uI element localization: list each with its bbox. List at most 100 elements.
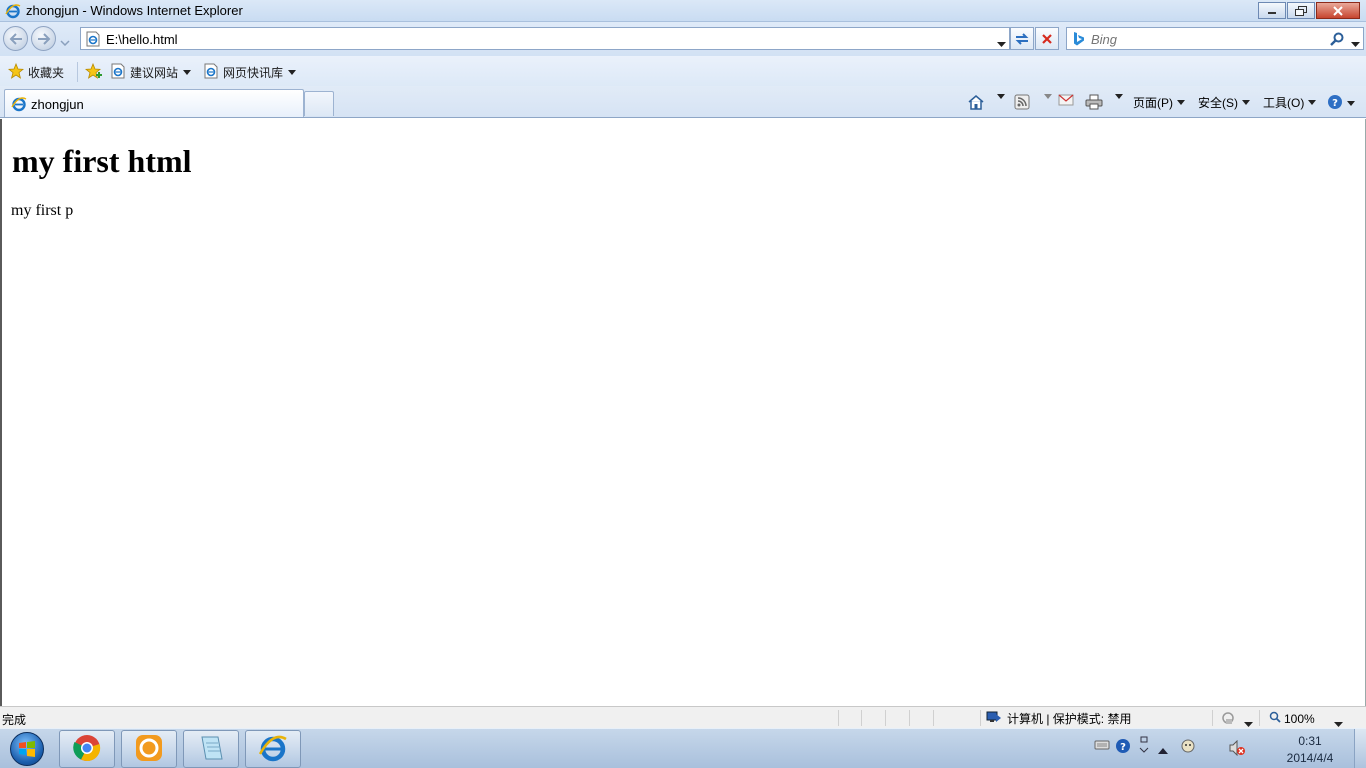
keyboard-icon[interactable] — [1094, 739, 1110, 754]
tab-label: zhongjun — [31, 97, 84, 112]
help-tray-icon[interactable]: ? — [1115, 738, 1131, 757]
status-divider — [838, 710, 839, 726]
chevron-down-icon — [997, 94, 1005, 99]
navigation-bar: E:\hello.html — [0, 22, 1366, 56]
search-icon[interactable] — [1329, 31, 1345, 50]
page-menu[interactable]: 页面(P) — [1133, 94, 1185, 111]
add-to-favorites-button[interactable] — [84, 62, 103, 82]
help-icon: ? — [1327, 94, 1343, 113]
safety-menu-label: 安全(S) — [1198, 96, 1238, 110]
mail-icon — [1058, 94, 1074, 109]
chevron-down-icon — [1177, 100, 1185, 105]
ie-page-icon — [110, 63, 126, 82]
computer-zone-icon — [986, 710, 1002, 727]
taskbar-app-orange[interactable] — [121, 730, 177, 768]
address-dropdown-icon[interactable] — [997, 36, 1006, 50]
internet-explorer-icon — [11, 96, 27, 115]
feeds-dropdown[interactable] — [1040, 94, 1052, 99]
favorites-item-suggested-sites[interactable]: 建议网站 — [110, 63, 192, 82]
network-tray-icon[interactable] — [1179, 738, 1197, 757]
tools-menu-label: 工具(O) — [1263, 96, 1305, 110]
favorites-item-label: 网页快讯库 — [223, 66, 284, 80]
favorites-separator — [77, 62, 78, 82]
restore-button[interactable] — [1287, 2, 1315, 19]
mail-button[interactable] — [1058, 94, 1074, 109]
clock-time: 0:31 — [1298, 734, 1322, 748]
svg-text:?: ? — [1120, 742, 1126, 753]
help-menu[interactable]: ? — [1327, 94, 1355, 113]
stop-button[interactable] — [1035, 27, 1059, 50]
refresh-button[interactable] — [1010, 27, 1034, 50]
ie-page-icon — [203, 63, 219, 82]
chrome-icon — [72, 733, 102, 766]
chevron-down-icon — [288, 70, 297, 75]
privacy-report-icon[interactable] — [1220, 710, 1236, 729]
favorites-bar: 收藏夹 建议网站 网页快讯库 — [0, 56, 1366, 86]
address-url: E:\hello.html — [106, 32, 178, 47]
page-menu-label: 页面(P) — [1133, 96, 1173, 110]
address-bar[interactable]: E:\hello.html — [80, 27, 1010, 50]
back-button[interactable] — [3, 26, 28, 51]
zoom-value: 100% — [1284, 711, 1315, 726]
show-hidden-icons[interactable] — [1158, 743, 1168, 757]
taskbar-chrome[interactable] — [59, 730, 115, 768]
search-box[interactable] — [1066, 27, 1364, 50]
search-dropdown-icon[interactable] — [1351, 36, 1360, 50]
ie-page-icon — [85, 31, 101, 50]
internet-explorer-icon — [5, 3, 21, 22]
status-divider — [980, 710, 981, 726]
status-text: 完成 — [2, 713, 27, 727]
page-heading: my first html — [12, 143, 192, 179]
svg-text:?: ? — [1332, 98, 1338, 109]
page-content: my first html my first p — [0, 119, 1366, 706]
zoom-icon — [1269, 711, 1281, 726]
language-bar-icon[interactable] — [1139, 736, 1149, 757]
taskbar-internet-explorer[interactable] — [245, 730, 301, 768]
taskbar-notepad[interactable] — [183, 730, 239, 768]
status-bar: 完成 计算机 | 保护模式: 禁用 100% — [0, 706, 1366, 728]
favorites-item-web-slice-gallery[interactable]: 网页快讯库 — [203, 63, 297, 82]
tab-bar: zhongjun 页面(P) 安全(S) 工具(O) ? — [0, 86, 1366, 118]
history-dropdown[interactable] — [60, 35, 70, 49]
status-divider — [909, 710, 910, 726]
tools-menu[interactable]: 工具(O) — [1263, 94, 1317, 111]
favorites-button[interactable]: 收藏夹 — [7, 62, 64, 82]
system-clock[interactable]: 0:31 2014/4/4 — [1280, 733, 1340, 767]
chevron-down-icon — [1242, 100, 1250, 105]
internet-explorer-icon — [258, 733, 288, 766]
start-button[interactable] — [4, 731, 50, 767]
window-title: zhongjun - Windows Internet Explorer — [26, 3, 243, 18]
new-tab-button[interactable] — [304, 91, 334, 116]
security-zone[interactable]: 计算机 | 保护模式: 禁用 — [986, 710, 1131, 727]
home-button[interactable] — [967, 94, 985, 113]
volume-muted-icon[interactable] — [1228, 739, 1246, 759]
status-divider — [861, 710, 862, 726]
print-button[interactable] — [1085, 94, 1103, 113]
close-button[interactable] — [1316, 2, 1360, 19]
feeds-button[interactable] — [1014, 94, 1030, 113]
minimize-button[interactable] — [1258, 2, 1286, 19]
notepad-icon — [196, 733, 226, 766]
star-icon — [7, 62, 25, 82]
show-desktop-button[interactable] — [1354, 729, 1366, 768]
print-dropdown[interactable] — [1111, 94, 1123, 99]
bing-logo-icon — [1072, 31, 1086, 50]
chevron-down-icon — [183, 70, 192, 75]
zone-text: 计算机 | 保护模式: 禁用 — [1007, 712, 1132, 726]
search-input[interactable] — [1091, 31, 1321, 47]
favorites-item-label: 建议网站 — [130, 66, 179, 80]
chevron-down-icon — [1308, 100, 1317, 105]
status-divider — [1259, 710, 1260, 726]
window-controls — [1258, 2, 1360, 19]
zoom-level[interactable]: 100% — [1269, 711, 1315, 726]
clock-date: 2014/4/4 — [1286, 751, 1334, 765]
tab-zhongjun[interactable]: zhongjun — [4, 89, 304, 117]
safety-menu[interactable]: 安全(S) — [1198, 94, 1250, 111]
home-dropdown[interactable] — [993, 94, 1005, 99]
status-divider — [1212, 710, 1213, 726]
windows-logo-icon — [10, 732, 44, 766]
add-favorite-star-icon — [84, 62, 103, 82]
forward-button[interactable] — [31, 26, 56, 51]
chevron-down-icon — [1115, 94, 1123, 99]
page-paragraph: my first p — [11, 202, 74, 219]
